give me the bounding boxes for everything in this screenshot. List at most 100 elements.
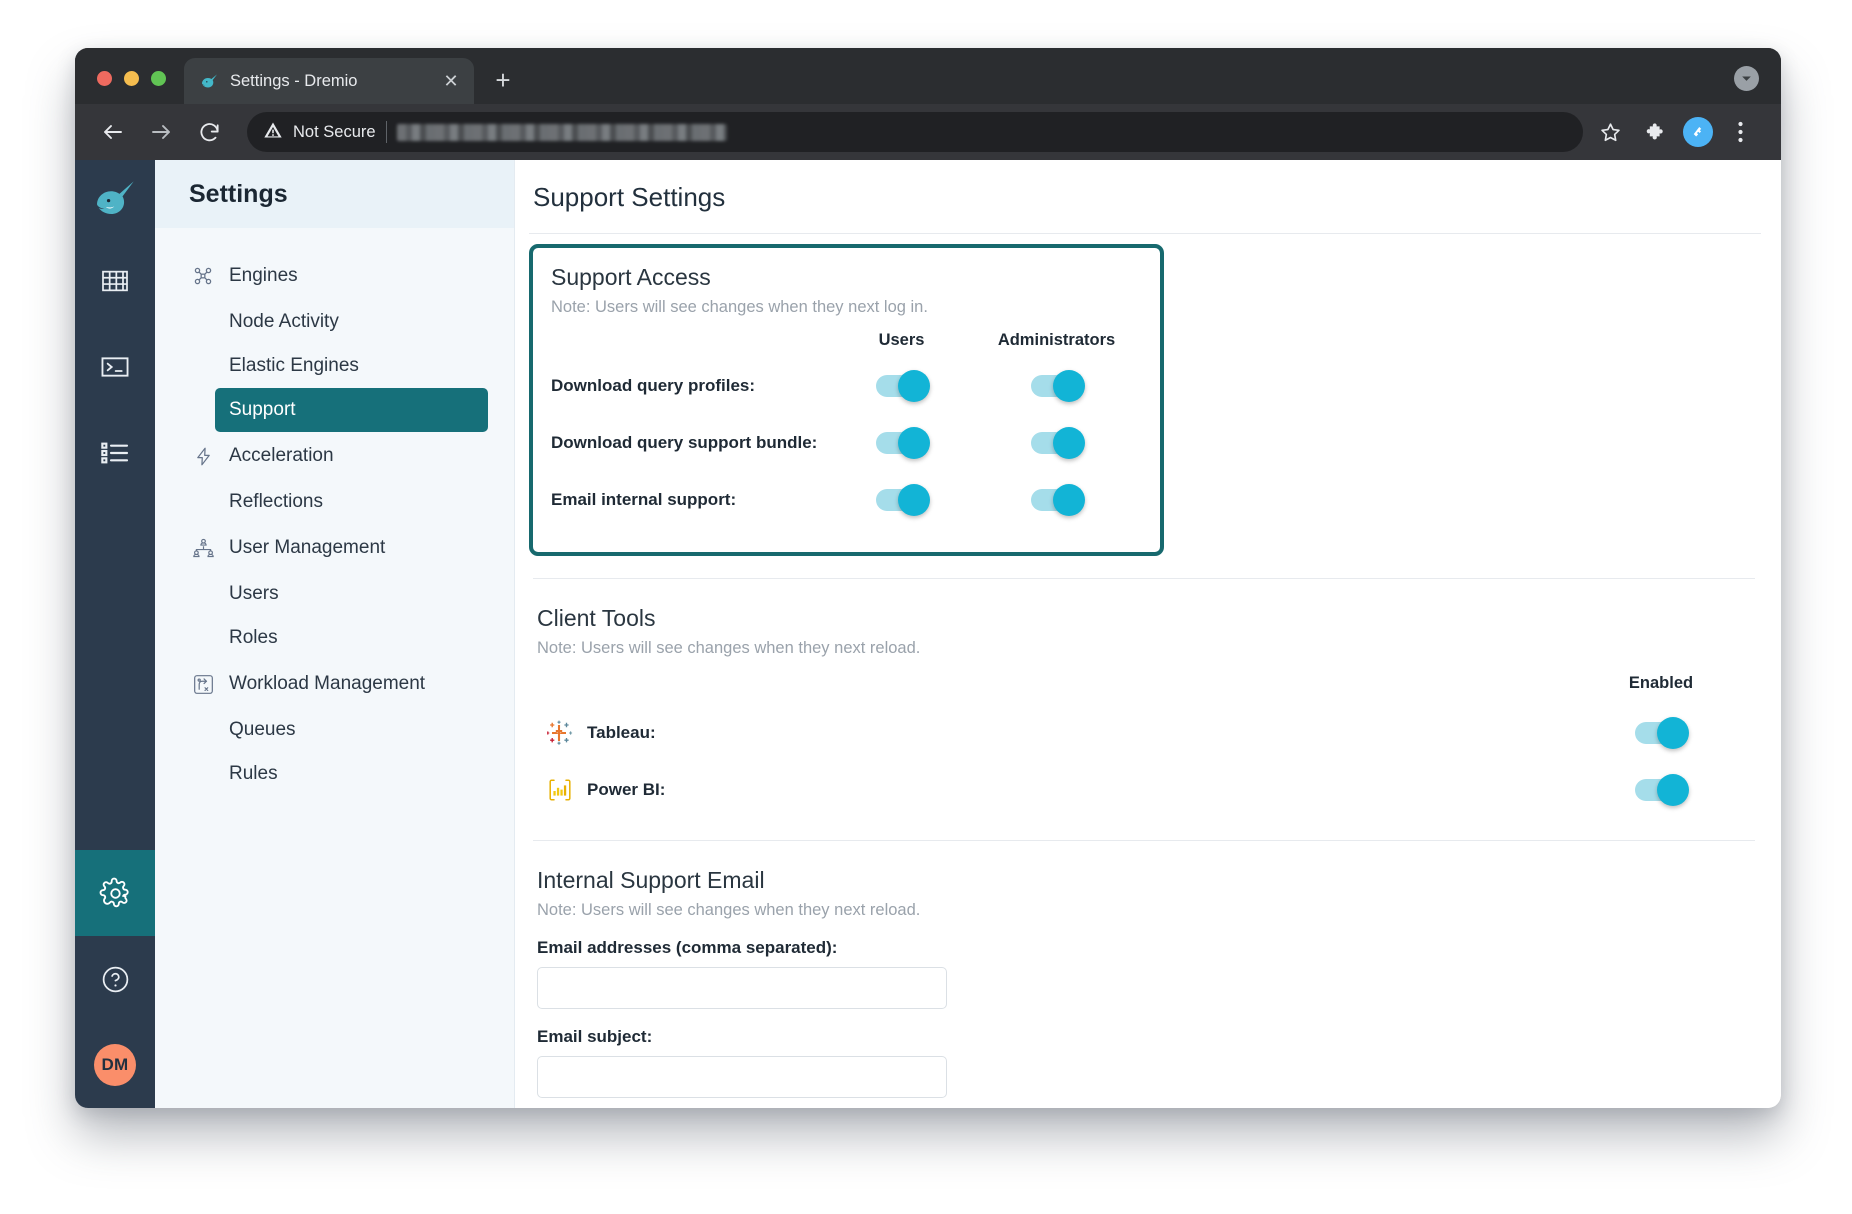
settings-sidebar-header: Settings bbox=[155, 160, 514, 228]
toggle-knob bbox=[1053, 427, 1085, 459]
browser-toolbar: Not Secure bbox=[75, 104, 1781, 160]
client-tools-section: Client Tools Note: Users will see change… bbox=[529, 605, 1761, 818]
three-dot-menu-icon[interactable] bbox=[1721, 113, 1759, 151]
email-subject-label: Email subject: bbox=[533, 1027, 1761, 1047]
column-header-enabled: Enabled bbox=[1629, 674, 1693, 704]
page-title: Settings bbox=[189, 180, 288, 209]
window-traffic-lights bbox=[75, 71, 184, 104]
client-tool-row-powerbi: Power BI: bbox=[533, 761, 1761, 818]
sidebar-item-acceleration[interactable]: Acceleration bbox=[155, 432, 514, 480]
section-divider bbox=[533, 578, 1755, 579]
rail-item-account[interactable]: DM bbox=[75, 1022, 155, 1108]
close-traffic-light[interactable] bbox=[97, 71, 112, 86]
address-bar[interactable]: Not Secure bbox=[247, 112, 1583, 152]
toggle-knob bbox=[898, 370, 930, 402]
toggle-knob bbox=[1053, 370, 1085, 402]
sidebar-item-users[interactable]: Users bbox=[215, 572, 488, 616]
puzzle-piece-icon[interactable] bbox=[1637, 113, 1675, 151]
dremio-narwhal-icon bbox=[200, 72, 219, 91]
email-addresses-field[interactable] bbox=[537, 967, 947, 1009]
header-divider bbox=[529, 233, 1761, 234]
sidebar-item-rules[interactable]: Rules bbox=[215, 752, 488, 796]
column-header-users: Users bbox=[879, 331, 925, 350]
engines-node-icon bbox=[191, 264, 215, 288]
row-label-download-query-profiles: Download query profiles: bbox=[547, 376, 824, 396]
main-title: Support Settings bbox=[533, 182, 1781, 213]
browser-window: Settings - Dremio ✕ + Not Secure bbox=[75, 48, 1781, 1108]
tab-title: Settings - Dremio bbox=[230, 72, 429, 91]
toggle-powerbi-enabled[interactable] bbox=[1635, 779, 1687, 801]
sidebar-item-support[interactable]: Support bbox=[215, 388, 488, 432]
table-row: Download query profiles: bbox=[547, 357, 1134, 414]
toggle-knob bbox=[1657, 774, 1689, 806]
star-icon[interactable] bbox=[1591, 113, 1629, 151]
internal-support-email-title: Internal Support Email bbox=[533, 867, 1761, 894]
email-addresses-label: Email addresses (comma separated): bbox=[533, 938, 1761, 958]
toggle-download-query-support-bundle-administrators[interactable] bbox=[1031, 432, 1083, 454]
internal-support-email-note: Note: Users will see changes when they n… bbox=[533, 901, 1761, 920]
toggle-download-query-support-bundle-users[interactable] bbox=[876, 432, 928, 454]
chevron-down-icon[interactable] bbox=[1734, 66, 1759, 91]
minimize-traffic-light[interactable] bbox=[124, 71, 139, 86]
support-access-title: Support Access bbox=[547, 264, 1134, 291]
rail-item-sql-runner[interactable] bbox=[75, 324, 155, 410]
sidebar-item-node-activity[interactable]: Node Activity bbox=[215, 300, 488, 344]
browser-tabstrip: Settings - Dremio ✕ + bbox=[75, 48, 1781, 104]
toggle-knob bbox=[898, 484, 930, 516]
tableau-icon bbox=[547, 720, 573, 746]
arrow-right-icon[interactable] bbox=[141, 112, 181, 152]
sidebar-item-roles[interactable]: Roles bbox=[215, 616, 488, 660]
tabstrip-right-controls bbox=[1734, 66, 1759, 91]
rail-item-jobs[interactable] bbox=[75, 410, 155, 496]
security-label: Not Secure bbox=[293, 123, 376, 142]
main-header: Support Settings bbox=[515, 160, 1781, 213]
client-tools-header-row: Enabled bbox=[533, 674, 1761, 704]
reload-icon[interactable] bbox=[189, 112, 229, 152]
sidebar-item-user-management[interactable]: User Management bbox=[155, 524, 514, 572]
sidebar-item-queues[interactable]: Queues bbox=[215, 708, 488, 752]
support-access-grid: Users Administrators Download query prof… bbox=[547, 323, 1134, 528]
client-tool-label-powerbi: Power BI: bbox=[587, 780, 665, 800]
toggle-download-query-profiles-users[interactable] bbox=[876, 375, 928, 397]
support-access-card: Support Access Note: Users will see chan… bbox=[529, 244, 1164, 556]
settings-nav-list: Engines Node Activity Elastic Engines Su… bbox=[155, 228, 514, 796]
browser-tab[interactable]: Settings - Dremio ✕ bbox=[184, 58, 474, 104]
toggle-download-query-profiles-administrators[interactable] bbox=[1031, 375, 1083, 397]
arrow-left-icon[interactable] bbox=[93, 112, 133, 152]
new-tab-button[interactable]: + bbox=[484, 61, 522, 99]
row-label-email-internal-support: Email internal support: bbox=[547, 490, 824, 510]
warning-triangle-icon bbox=[263, 120, 283, 145]
toggle-email-internal-support-users[interactable] bbox=[876, 489, 928, 511]
support-access-header-row: Users Administrators bbox=[547, 323, 1134, 357]
client-tool-row-tableau: Tableau: bbox=[533, 704, 1761, 761]
toggle-tableau-enabled[interactable] bbox=[1635, 722, 1687, 744]
zoom-traffic-light[interactable] bbox=[151, 71, 166, 86]
omnibox-divider bbox=[386, 121, 387, 143]
client-tools-title: Client Tools bbox=[533, 605, 1761, 632]
rail-spacer bbox=[75, 496, 155, 850]
sidebar-item-label: Workload Management bbox=[229, 673, 425, 695]
dremio-narwhal-logo[interactable] bbox=[75, 160, 155, 238]
rail-item-settings[interactable] bbox=[75, 850, 155, 936]
users-group-icon bbox=[191, 536, 215, 560]
sidebar-item-reflections[interactable]: Reflections bbox=[215, 480, 488, 524]
section-divider bbox=[533, 840, 1755, 841]
app-left-rail: DM bbox=[75, 160, 155, 1108]
rail-item-help[interactable] bbox=[75, 936, 155, 1022]
client-tool-label-tableau: Tableau: bbox=[587, 723, 656, 743]
settings-body: Support Access Note: Users will see chan… bbox=[515, 244, 1781, 1108]
internal-support-email-section: Internal Support Email Note: Users will … bbox=[529, 867, 1761, 1098]
lightning-bolt-icon bbox=[191, 444, 215, 468]
close-icon[interactable]: ✕ bbox=[440, 70, 462, 92]
toggle-knob bbox=[1657, 717, 1689, 749]
sidebar-item-engines[interactable]: Engines bbox=[155, 252, 514, 300]
url-text-redacted bbox=[397, 124, 727, 141]
sidebar-item-workload-management[interactable]: Workload Management bbox=[155, 660, 514, 708]
email-subject-field[interactable] bbox=[537, 1056, 947, 1098]
profile-avatar-icon[interactable] bbox=[1683, 117, 1713, 147]
rail-item-datasets[interactable] bbox=[75, 238, 155, 324]
table-row: Email internal support: bbox=[547, 471, 1134, 528]
settings-sidebar: Settings Engines Node Activity E bbox=[155, 160, 515, 1108]
toggle-email-internal-support-administrators[interactable] bbox=[1031, 489, 1083, 511]
sidebar-item-elastic-engines[interactable]: Elastic Engines bbox=[215, 344, 488, 388]
